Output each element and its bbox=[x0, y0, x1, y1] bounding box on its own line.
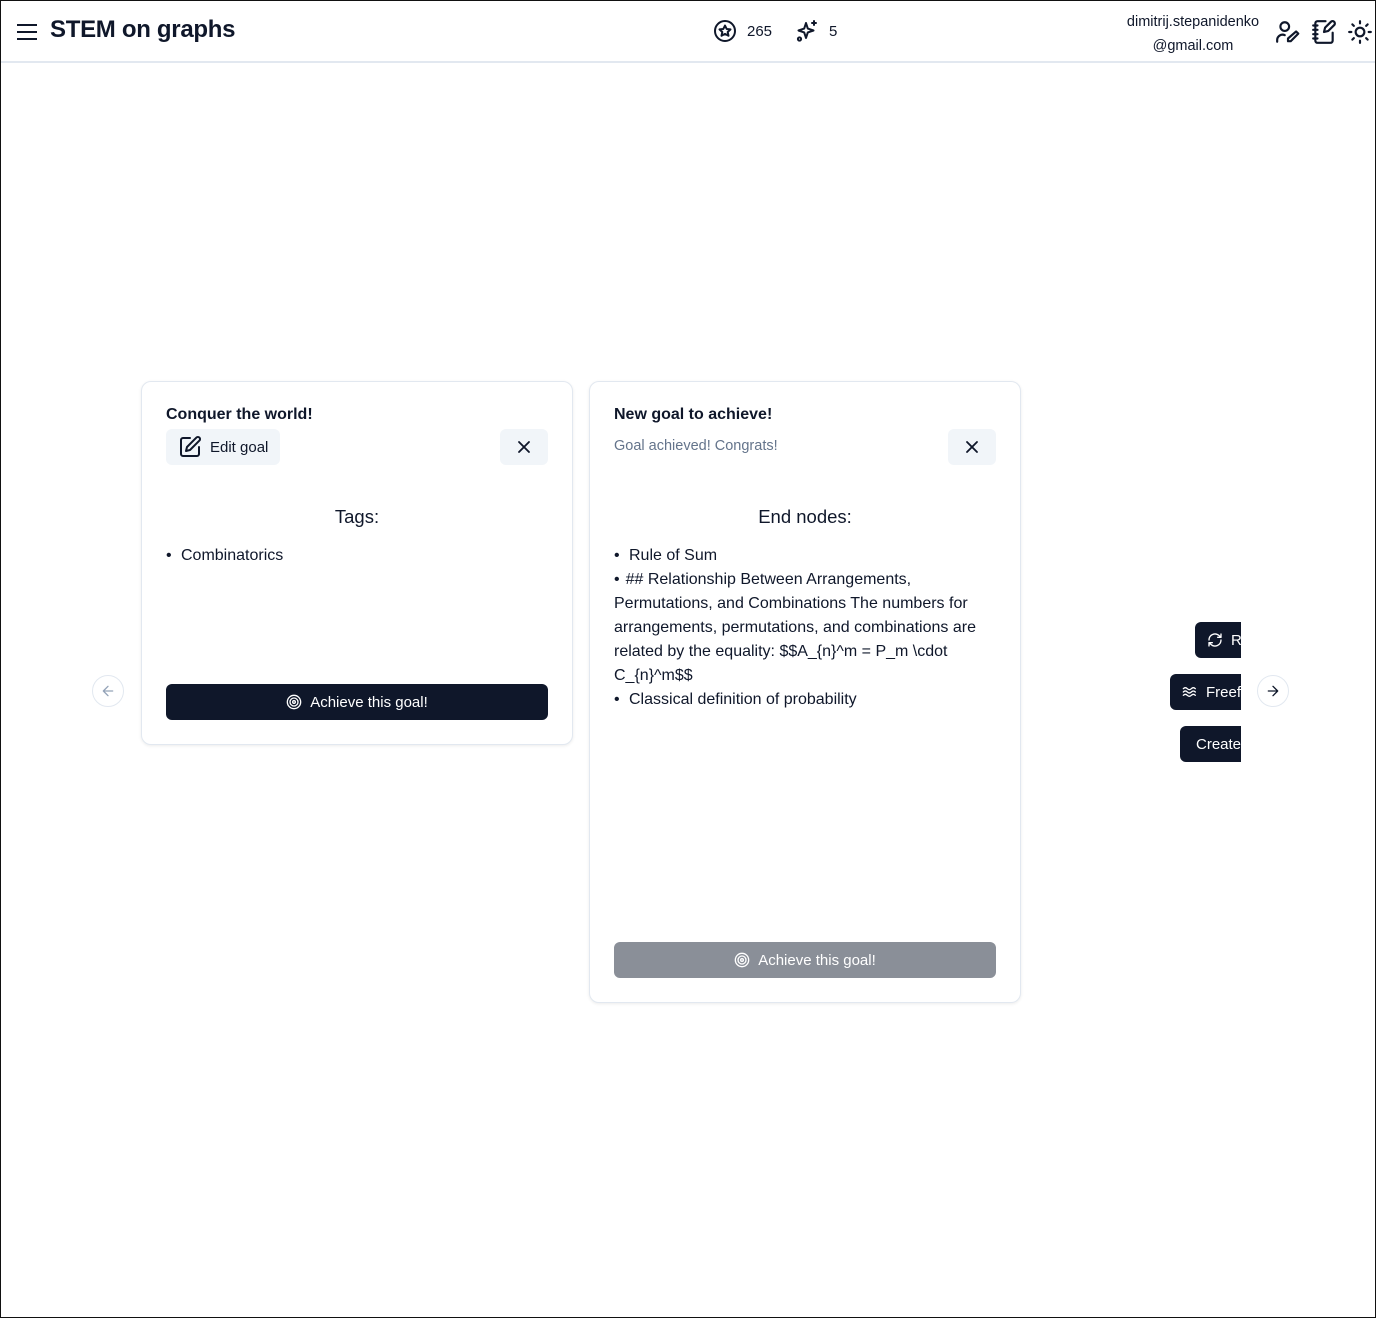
goal-achieved-message: Goal achieved! Congrats! bbox=[614, 438, 778, 454]
goal-card: Conquer the world! Edit goal Tags: Combi… bbox=[141, 381, 573, 745]
refresh-button[interactable]: R bbox=[1195, 622, 1241, 658]
points-stat: 265 bbox=[713, 19, 772, 43]
achieve-goal-label: Achieve this goal! bbox=[310, 693, 428, 711]
close-icon bbox=[518, 441, 530, 453]
sparkles-stat: 5 bbox=[795, 19, 837, 43]
user-edit-icon[interactable] bbox=[1275, 19, 1301, 45]
user-email-line1: dimitrij.stepanidenko bbox=[1126, 14, 1260, 30]
waves-icon bbox=[1182, 687, 1196, 697]
notebook-pen-icon[interactable] bbox=[1311, 19, 1337, 45]
freeform-button[interactable]: Freef bbox=[1170, 674, 1241, 710]
create-label: Create bbox=[1196, 735, 1241, 753]
sparkles-value: 5 bbox=[829, 22, 838, 40]
side-actions: R Freef Create bbox=[1161, 611, 1241, 771]
achieve-goal-button: Achieve this goal! bbox=[614, 942, 996, 978]
app-title[interactable]: STEM on graphs bbox=[50, 16, 235, 44]
refresh-label: R bbox=[1231, 631, 1241, 649]
end-nodes-heading: End nodes: bbox=[758, 506, 852, 527]
goal-title: Conquer the world! bbox=[166, 406, 313, 423]
end-nodes-list: Rule of Sum ## Relationship Between Arra… bbox=[614, 544, 996, 712]
end-node-item: ## Relationship Between Arrangements, Pe… bbox=[614, 568, 996, 688]
tags-list: Combinatorics bbox=[166, 544, 548, 568]
tag-item: Combinatorics bbox=[166, 544, 548, 568]
sun-icon[interactable] bbox=[1347, 19, 1373, 45]
sparkles-icon bbox=[796, 20, 817, 42]
create-button[interactable]: Create bbox=[1180, 726, 1241, 762]
target-icon bbox=[286, 694, 302, 710]
arrow-right-icon bbox=[1267, 685, 1279, 697]
goal-card: New goal to achieve! Goal achieved! Cong… bbox=[589, 381, 1021, 1003]
edit-icon bbox=[180, 436, 201, 457]
refresh-icon bbox=[1208, 633, 1222, 647]
previous-arrow-button[interactable] bbox=[92, 675, 124, 707]
achieve-goal-label: Achieve this goal! bbox=[758, 951, 876, 969]
goal-title: New goal to achieve! bbox=[614, 406, 773, 423]
tags-heading: Tags: bbox=[334, 506, 380, 527]
end-node-item: Classical definition of probability bbox=[614, 688, 996, 712]
achieve-goal-button[interactable]: Achieve this goal! bbox=[166, 684, 548, 720]
top-bar: STEM on graphs 265 5 dimitrij.stepaniden… bbox=[1, 1, 1375, 63]
remove-goal-button[interactable] bbox=[948, 429, 996, 465]
user-email[interactable]: dimitrij.stepanidenko @gmail.com bbox=[1121, 10, 1265, 58]
target-icon bbox=[734, 952, 750, 968]
badge-icon bbox=[714, 20, 736, 42]
end-node-item: Rule of Sum bbox=[614, 544, 996, 568]
user-email-line2: @gmail.com bbox=[1152, 38, 1234, 54]
remove-goal-button[interactable] bbox=[500, 429, 548, 465]
close-icon bbox=[966, 441, 978, 453]
edit-goal-label: Edit goal bbox=[210, 438, 269, 456]
arrow-left-icon bbox=[102, 685, 114, 697]
next-arrow-button[interactable] bbox=[1257, 675, 1289, 707]
menu-icon[interactable] bbox=[13, 18, 41, 46]
points-value: 265 bbox=[747, 22, 773, 40]
freeform-label: Freef bbox=[1206, 683, 1241, 701]
edit-goal-button[interactable]: Edit goal bbox=[166, 429, 281, 465]
